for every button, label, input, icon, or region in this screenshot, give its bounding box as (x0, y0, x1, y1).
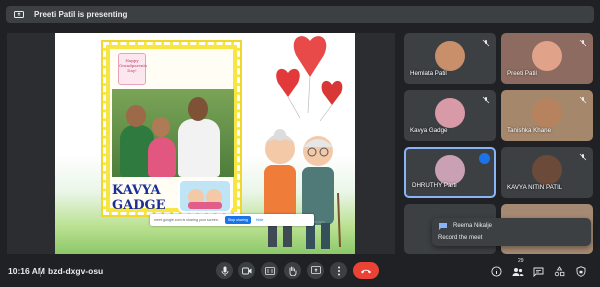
chat-bubble-icon (533, 267, 544, 277)
present-icon (310, 266, 321, 274)
participant-tile[interactable]: KAVYA NITIN PATIL (501, 147, 593, 198)
screen-share-bar: meet.google.com is sharing your screen. … (150, 214, 314, 226)
participant-video (532, 40, 562, 71)
camera-button[interactable] (238, 262, 255, 279)
photo-head (152, 117, 170, 137)
end-call-icon (361, 269, 371, 273)
more-options-button[interactable] (330, 262, 347, 279)
mic-off-icon (482, 39, 490, 47)
participant-video (435, 97, 465, 128)
chat-icon (439, 223, 447, 230)
shapes-icon (554, 266, 565, 277)
captions-icon (264, 266, 275, 275)
raise-hand-button[interactable] (284, 262, 301, 279)
participant-tile[interactable]: Tanishka Khane (501, 90, 593, 141)
participant-tile[interactable]: Preeti Patil (501, 33, 593, 84)
badge-text: Happy Grandparents Day! (119, 58, 148, 73)
participant-name: Preeti Patil (507, 70, 537, 77)
mic-off-icon (579, 153, 587, 161)
family-name-text: KAVYA GADGE (112, 183, 166, 213)
bottom-bar: 10:16 AM bzd-dxgv-osu (0, 259, 600, 287)
participant-name: Kavya Gadge (410, 127, 448, 134)
mic-off-icon (482, 96, 490, 104)
camera-icon (241, 267, 251, 274)
speaking-indicator-icon (479, 153, 490, 164)
info-icon (491, 266, 502, 277)
activities-button[interactable] (553, 265, 566, 278)
presentation-stage: Activate Windows Happy Grandparents Day!… (7, 33, 395, 254)
participant-name: KAVYA NITIN PATIL (507, 184, 563, 191)
captions-button[interactable] (261, 262, 278, 279)
chat-message: Record the meet (438, 235, 483, 241)
present-screen-icon (14, 10, 24, 20)
grandparents-sticker (178, 179, 232, 213)
chat-sender: Reema Nikalje (453, 223, 493, 229)
participant-name (404, 247, 496, 254)
participant-tile[interactable]: Hemlata Patil (404, 33, 496, 84)
microphone-button[interactable] (216, 262, 233, 279)
participant-name: Hemlata Patil (410, 70, 447, 77)
top-bar: Preeti Patil is presenting (0, 0, 600, 28)
participant-tile[interactable]: Kavya Gadge (404, 90, 496, 141)
shared-slide: Activate Windows Happy Grandparents Day!… (55, 33, 355, 254)
participant-video (435, 40, 465, 71)
divider (40, 267, 41, 277)
family-photo (112, 89, 234, 177)
participant-name: Tanishka Khane (507, 127, 552, 134)
mic-off-icon (579, 39, 587, 47)
stop-sharing-button[interactable]: Stop sharing (224, 216, 251, 224)
host-controls-button[interactable] (574, 265, 587, 278)
hide-button[interactable]: Hide (256, 218, 263, 222)
people-button[interactable] (511, 265, 524, 278)
hand-icon (289, 266, 297, 276)
mic-off-icon (579, 96, 587, 104)
participant-count-badge: 29 (518, 258, 524, 264)
microphone-icon (221, 266, 228, 276)
grandparents-illustration (264, 129, 341, 249)
grandparents-day-badge: Happy Grandparents Day! (118, 53, 148, 85)
meeting-details-button[interactable] (490, 265, 503, 278)
photo-head (126, 105, 146, 127)
participant-video (435, 154, 465, 185)
present-now-button[interactable] (307, 262, 324, 279)
participant-name (501, 247, 593, 254)
share-message: meet.google.com is sharing your screen. (154, 218, 219, 222)
photo-person-man (178, 119, 220, 177)
participant-name: DHRUTHY Parti (412, 182, 457, 189)
presenting-banner: Preeti Patil is presenting (6, 6, 594, 23)
leave-call-button[interactable] (353, 262, 379, 279)
chat-notification[interactable]: Reema Nikalje Record the meet (432, 218, 591, 246)
participant-video (532, 97, 562, 128)
chat-button[interactable] (532, 265, 545, 278)
more-vert-icon (337, 266, 340, 275)
shield-lock-icon (576, 266, 585, 277)
participant-avatar (532, 154, 562, 185)
photo-person-child (148, 137, 176, 177)
people-icon (512, 267, 523, 276)
participant-tile-speaking[interactable]: DHRUTHY Parti (404, 147, 496, 198)
meeting-code: bzd-dxgv-osu (48, 266, 104, 276)
photo-head (188, 97, 208, 121)
photo-frame: Happy Grandparents Day! KAVYA GADGE (101, 40, 242, 217)
presenting-text: Preeti Patil is presenting (34, 10, 128, 19)
